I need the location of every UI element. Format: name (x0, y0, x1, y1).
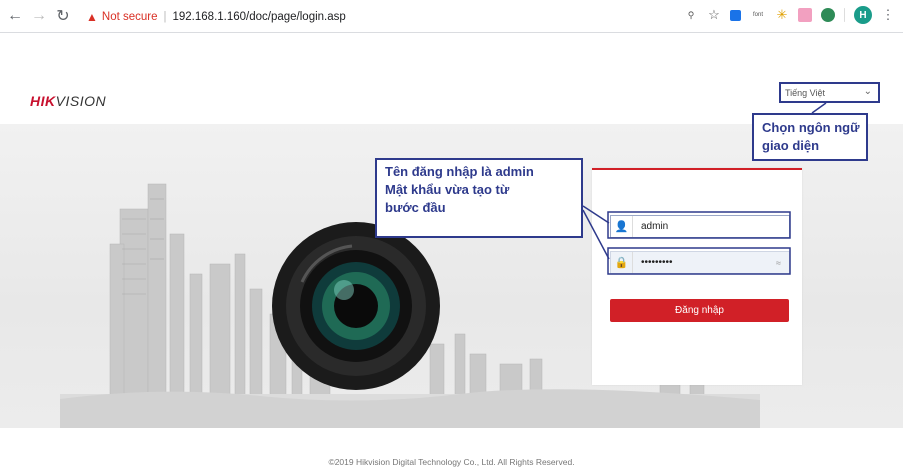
language-annotation: Chọn ngôn ngữ giao diện (752, 113, 868, 161)
chevron-down-icon: ⌄ (863, 86, 872, 97)
font-extension-icon[interactable]: font (750, 8, 766, 22)
page: ← → ↻ ▲ Not secure | 192.168.1.160/doc/p… (0, 0, 903, 472)
credentials-annotation: Tên đăng nhập là admin Mật khẩu vừa tạo … (375, 158, 583, 238)
warning-triangle-icon: ▲ (86, 10, 98, 24)
address-bar[interactable]: ▲ Not secure | 192.168.1.160/doc/page/lo… (86, 8, 346, 26)
credentials-annotation-line: Tên đăng nhập là admin (385, 164, 534, 179)
more-menu-icon[interactable]: ⋮ (881, 7, 895, 22)
login-panel: 👤 admin 🔒 ••••••••• ≈ Đăng nhập (592, 168, 802, 385)
language-annotation-line: Chọn ngôn ngữ (762, 120, 860, 135)
address-separator: | (163, 11, 167, 23)
language-annotation-line: giao diện (762, 138, 820, 153)
profile-avatar[interactable]: H (854, 6, 872, 24)
url-text[interactable]: 192.168.1.160/doc/page/login.asp (173, 11, 346, 23)
language-selected: Tiếng Việt (785, 87, 826, 98)
logo-hik: HIK (30, 93, 56, 109)
hikvision-logo: HIKVISION (30, 93, 106, 109)
camera-lens-image (272, 222, 440, 390)
username-value[interactable]: admin (633, 221, 668, 232)
username-field[interactable]: 👤 admin (610, 215, 790, 238)
globe-extension-icon[interactable] (821, 8, 835, 22)
toolbar-right: ⚲ ☆ font ✳ H ⋮ (684, 6, 895, 24)
gear-extension-icon[interactable]: ✳ (775, 7, 789, 22)
logo-vision: VISION (55, 93, 107, 109)
login-button[interactable]: Đăng nhập (610, 299, 789, 322)
reload-icon[interactable]: ↻ (52, 5, 74, 27)
extension-window-icon[interactable] (730, 9, 741, 21)
language-select[interactable]: Tiếng Việt ⌄ (779, 82, 880, 103)
credentials-annotation-line: bước đầu (385, 200, 446, 215)
lock-icon: 🔒 (611, 252, 633, 273)
forward-arrow-icon[interactable]: → (28, 5, 50, 27)
user-icon: 👤 (611, 216, 633, 237)
star-icon[interactable]: ☆ (707, 7, 721, 22)
toolbar-divider (844, 8, 845, 22)
credentials-annotation-line: Mật khẩu vừa tạo từ (385, 182, 510, 197)
security-label[interactable]: Not secure (102, 11, 158, 23)
pointer-line-language (811, 102, 827, 114)
password-value[interactable]: ••••••••• (633, 257, 673, 268)
eye-toggle-icon[interactable]: ≈ (776, 258, 781, 268)
password-field[interactable]: 🔒 ••••••••• ≈ (610, 251, 790, 274)
back-arrow-icon[interactable]: ← (4, 5, 26, 27)
copyright-footer: ©2019 Hikvision Digital Technology Co., … (328, 457, 575, 467)
key-icon[interactable]: ⚲ (684, 8, 698, 22)
calendar-extension-icon[interactable] (798, 8, 812, 22)
browser-toolbar: ← → ↻ ▲ Not secure | 192.168.1.160/doc/p… (0, 0, 903, 33)
nav-buttons: ← → ↻ (4, 5, 74, 27)
